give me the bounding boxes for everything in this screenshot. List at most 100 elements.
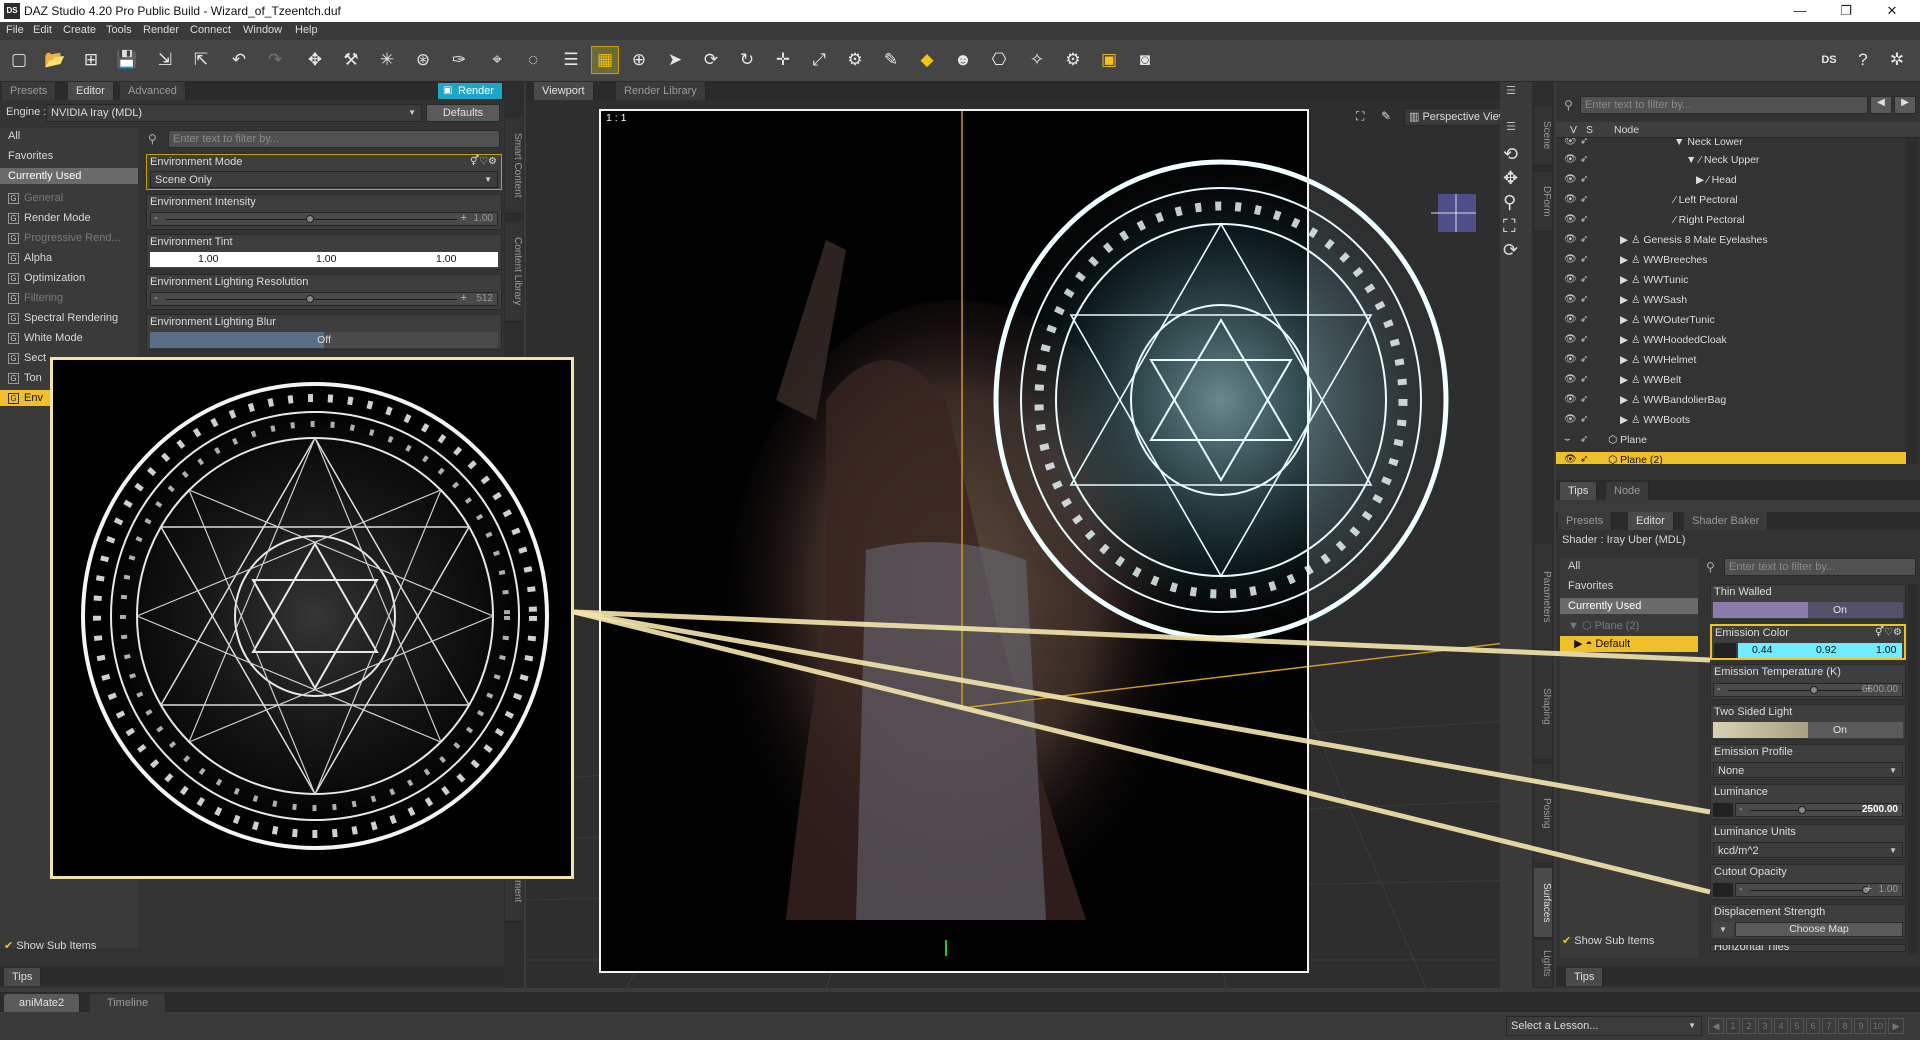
tab-shaping[interactable]: Shaping (1534, 654, 1552, 760)
tree-row-wwbelt[interactable]: 👁 ➶ ▶ ♙ WWBelt (1556, 372, 1838, 388)
property-options-icon[interactable]: ⚥♡⚙ (1875, 627, 1902, 638)
ds-icon[interactable]: DS (1816, 47, 1842, 73)
tab-node[interactable]: Node (1606, 482, 1650, 500)
category-currently-used[interactable]: Currently Used (0, 168, 138, 184)
pager-next-icon[interactable]: ▶ (1888, 1018, 1904, 1034)
menu-file[interactable]: File (6, 24, 24, 36)
pointer-icon[interactable]: ➶ (1580, 138, 1588, 150)
category-all[interactable]: All (0, 128, 138, 144)
surface-tree-plane-2[interactable]: ▼ ⬡ Plane (2) (1560, 618, 1698, 634)
rotate-view-icon[interactable]: ↻ (734, 47, 760, 73)
slider-knob[interactable] (306, 295, 314, 303)
show-sub-items-checkbox[interactable]: ✔ Show Sub Items (1562, 934, 1654, 947)
eye-icon[interactable]: 👁 (1564, 192, 1577, 208)
export-icon[interactable]: ⇱ (188, 47, 214, 73)
eye-icon[interactable]: 👁 (1564, 352, 1577, 368)
pager-prev-icon[interactable]: ◀ (1708, 1018, 1724, 1034)
category-general[interactable]: G General (0, 190, 138, 206)
eye-icon[interactable]: 👁 (1564, 372, 1577, 388)
menu-create[interactable]: Create (63, 24, 96, 36)
menu-render[interactable]: Render (143, 24, 179, 36)
env-blur-toggle[interactable]: Off (150, 332, 498, 348)
menu-help[interactable]: Help (295, 24, 318, 36)
save-icon[interactable]: 💾 (114, 47, 140, 73)
cutout-opacity-slider[interactable]: - +1.00 (1735, 883, 1903, 897)
scene-scrollbar[interactable] (1906, 138, 1918, 464)
eye-icon[interactable]: 👁 (1564, 332, 1577, 348)
chevron-down-icon[interactable]: ▼ (1713, 922, 1733, 937)
new-icon[interactable]: ▢ (6, 47, 32, 73)
joint-editor-icon[interactable]: ⚒ (338, 47, 364, 73)
lesson-dropdown[interactable]: Select a Lesson... ▼ (1506, 1016, 1702, 1036)
iray-preview-icon[interactable]: ✧ (1024, 47, 1050, 73)
pointer-icon[interactable]: ➶ (1580, 212, 1588, 228)
tab-presets[interactable]: Presets (1558, 512, 1613, 530)
pointer-icon[interactable]: ➶ (1580, 452, 1588, 464)
import-icon[interactable]: ⇲ (152, 47, 178, 73)
eye-icon[interactable]: 👁 (1564, 452, 1577, 464)
pointer-icon[interactable]: ➶ (1580, 412, 1588, 428)
engine-dropdown[interactable]: NVIDIA Iray (MDL) ▼ (46, 104, 422, 122)
two-sided-light-toggle[interactable]: On (1713, 722, 1903, 738)
reset-view-icon[interactable]: ⟳ (1503, 240, 1518, 261)
render-camera-icon[interactable]: ◙ (1132, 47, 1158, 73)
tab-editor[interactable]: Editor (68, 82, 114, 100)
pane-menu-icon[interactable]: ☰ (1506, 84, 1516, 97)
undo-icon[interactable]: ↶ (226, 47, 252, 73)
node-weight-icon[interactable]: ✑ (446, 47, 472, 73)
surfaces-scrollbar[interactable] (1908, 584, 1918, 954)
pointer-icon[interactable]: ➶ (1580, 372, 1588, 388)
slider-knob[interactable] (1798, 806, 1806, 814)
render-icon[interactable]: ▣ (1096, 47, 1122, 73)
pointer-icon[interactable]: ➤ (662, 47, 688, 73)
env-tint-color[interactable]: 1.00 1.00 1.00 (150, 252, 498, 267)
pan-icon[interactable]: ✥ (1503, 168, 1518, 189)
eye-icon[interactable]: 👁 (1564, 312, 1577, 328)
column-selectable[interactable]: S (1586, 122, 1593, 138)
viewport-pointer-icon[interactable]: ✎ (1381, 109, 1391, 123)
viewport-options-icon[interactable]: ⛶ (1356, 109, 1364, 124)
camera-tool-icon[interactable]: ⎔ (986, 47, 1012, 73)
scale-icon[interactable]: ⤢ (806, 47, 832, 73)
merge-icon[interactable]: ⊞ (78, 47, 104, 73)
geometry-editor-icon[interactable]: ⊛ (410, 47, 436, 73)
tab-parameters[interactable]: Parameters (1534, 544, 1552, 650)
arrow-left-icon[interactable]: ◀ (1870, 96, 1892, 114)
tree-row-wwboots[interactable]: 👁 ➶ ▶ ♙ WWBoots (1556, 412, 1838, 428)
tab-animate2[interactable]: aniMate2 (4, 994, 80, 1012)
zoom-icon[interactable]: ⚲ (1503, 192, 1516, 213)
texture-map-icon[interactable] (1713, 883, 1733, 897)
eye-icon[interactable]: 👁 (1564, 212, 1577, 228)
pointer-icon[interactable]: ➶ (1580, 352, 1588, 368)
category-favorites[interactable]: Favorites (0, 148, 138, 164)
tree-row-neck-upper[interactable]: 👁 ➶ ▼ ⁄ Neck Upper (1556, 152, 1838, 168)
tree-row-eyelashes[interactable]: 👁 ➶ ▶ ♙ Genesis 8 Male Eyelashes (1556, 232, 1838, 248)
eye-icon[interactable]: 👁 (1564, 392, 1577, 408)
pointer-icon[interactable]: ➶ (1580, 332, 1588, 348)
pointer-icon[interactable]: ➶ (1580, 192, 1588, 208)
tree-row-wwhoodedcloak[interactable]: 👁 ➶ ▶ ♙ WWHoodedCloak (1556, 332, 1838, 348)
property-options-icon[interactable]: ⚥♡⚙ (470, 156, 497, 167)
luminance-slider[interactable]: - +2500.00 (1735, 803, 1903, 817)
help-icon[interactable]: ? (1850, 47, 1876, 73)
category-progressive-rendering[interactable]: G Progressive Rend... (0, 230, 138, 246)
menu-tools[interactable]: Tools (106, 24, 132, 36)
surface-editor-icon[interactable]: ◆ (914, 47, 940, 73)
emission-profile-dropdown[interactable]: None ▼ (1713, 762, 1903, 778)
tab-posing[interactable]: Posing (1534, 764, 1552, 864)
tab-smart-content[interactable]: Smart Content (505, 118, 523, 214)
pointer-icon[interactable]: ➶ (1580, 432, 1588, 448)
close-button[interactable]: ✕ (1872, 2, 1912, 20)
eye-icon[interactable]: 👁 (1564, 292, 1577, 308)
render-settings-icon[interactable]: ⚙ (1060, 47, 1086, 73)
settings-icon[interactable]: ✲ (1884, 47, 1910, 73)
align-icon[interactable]: ☰ (558, 47, 584, 73)
universal-tool-icon[interactable]: ✥ (302, 47, 328, 73)
emission-color-swatch[interactable]: 0.44 0.92 1.00 (1738, 643, 1902, 658)
tab-render-library[interactable]: Render Library (616, 82, 706, 100)
tree-row-right-pectoral[interactable]: 👁 ➶ ⁄ Right Pectoral (1556, 212, 1838, 228)
pointer-icon[interactable]: ➶ (1580, 152, 1588, 168)
tab-tips[interactable]: Tips (1560, 482, 1598, 500)
tab-presets[interactable]: Presets (2, 82, 57, 100)
menu-edit[interactable]: Edit (33, 24, 52, 36)
